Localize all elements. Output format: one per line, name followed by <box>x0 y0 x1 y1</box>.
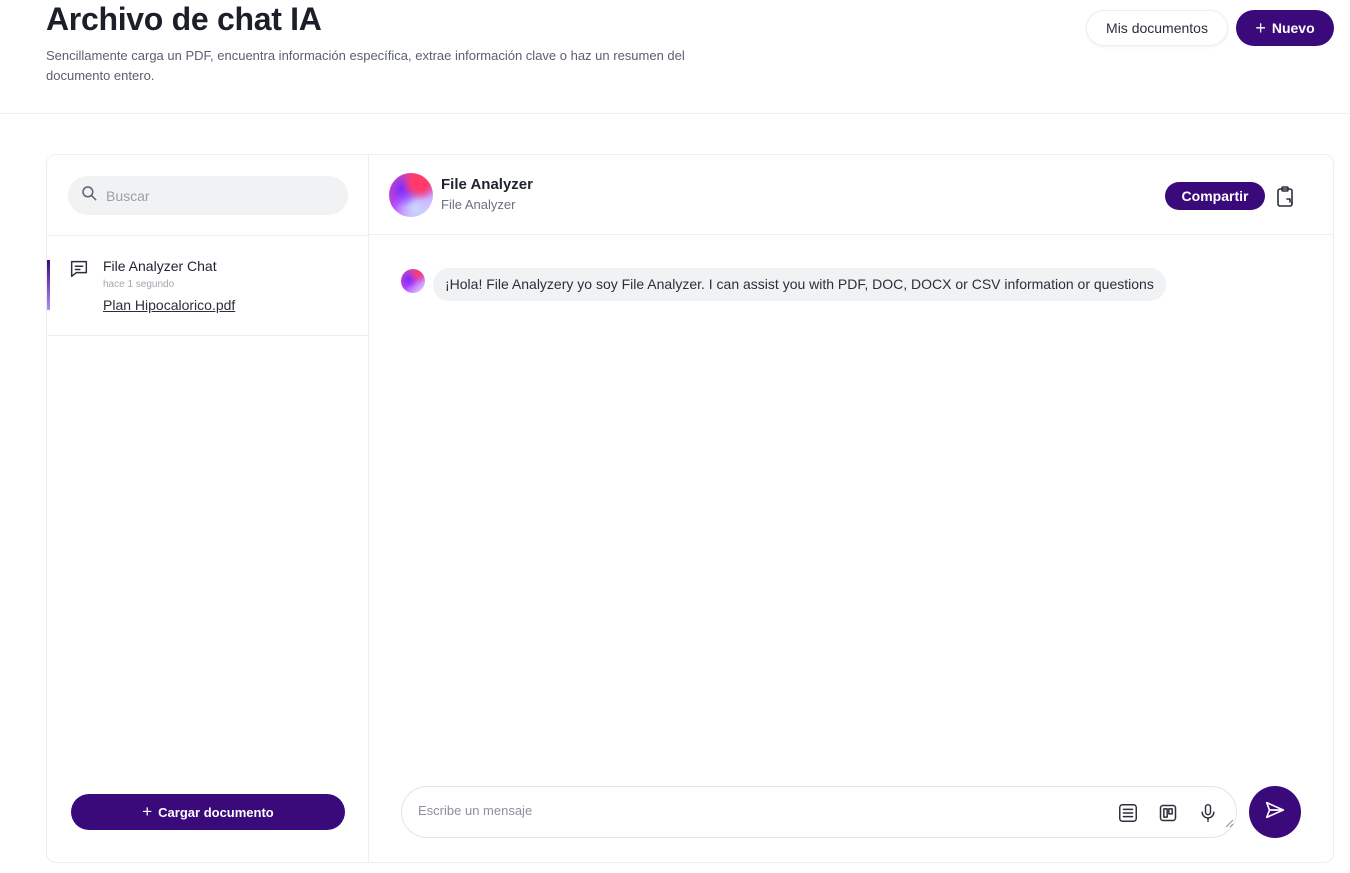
microphone-icon[interactable] <box>1196 801 1220 825</box>
page-title: Archivo de chat IA <box>46 1 322 37</box>
message-row: ¡Hola! File Analyzery yo soy File Analyz… <box>401 268 1166 301</box>
plus-icon: + <box>142 802 153 821</box>
agent-subtitle: File Analyzer <box>441 197 516 212</box>
agent-avatar-small <box>401 269 425 293</box>
board-icon[interactable] <box>1156 801 1180 825</box>
chat-item-name: File Analyzer Chat <box>103 258 217 274</box>
resize-handle-icon[interactable] <box>1224 815 1234 833</box>
chat-main: File Analyzer File Analyzer Compartir ¡H… <box>369 155 1333 862</box>
search-input[interactable] <box>106 187 326 204</box>
search-icon <box>80 184 98 207</box>
upload-document-button[interactable]: + Cargar documento <box>71 794 345 830</box>
upload-document-label: Cargar documento <box>158 804 274 820</box>
sidebar: File Analyzer Chat hace 1 segundo Plan H… <box>47 155 369 862</box>
list-icon[interactable] <box>1116 801 1140 825</box>
agent-name: File Analyzer <box>441 176 533 193</box>
chat-item-time: hace 1 segundo <box>103 279 175 290</box>
chat-item-file-link[interactable]: Plan Hipocalorico.pdf <box>103 297 235 313</box>
clipboard-icon[interactable] <box>1275 185 1297 209</box>
header-divider <box>0 113 1350 114</box>
page-subtitle: Sencillamente carga un PDF, encuentra in… <box>46 48 685 83</box>
chat-list-item[interactable]: File Analyzer Chat hace 1 segundo Plan H… <box>47 236 369 336</box>
chat-panel: File Analyzer Chat hace 1 segundo Plan H… <box>46 154 1334 863</box>
message-input[interactable] <box>418 803 1098 825</box>
send-icon <box>1264 799 1286 826</box>
send-button[interactable] <box>1249 786 1301 838</box>
my-documents-button[interactable]: Mis documentos <box>1086 10 1228 46</box>
new-button-label: Nuevo <box>1271 20 1315 36</box>
active-indicator <box>47 260 50 310</box>
search-box[interactable] <box>68 176 348 215</box>
share-button[interactable]: Compartir <box>1165 182 1265 210</box>
plus-icon: + <box>1255 18 1266 38</box>
message-composer <box>401 786 1237 838</box>
new-button[interactable]: + Nuevo <box>1236 10 1334 46</box>
chat-header: File Analyzer File Analyzer Compartir <box>369 155 1333 235</box>
chat-bubble-icon <box>68 258 90 285</box>
agent-avatar <box>389 173 433 217</box>
agent-message: ¡Hola! File Analyzery yo soy File Analyz… <box>433 268 1166 301</box>
